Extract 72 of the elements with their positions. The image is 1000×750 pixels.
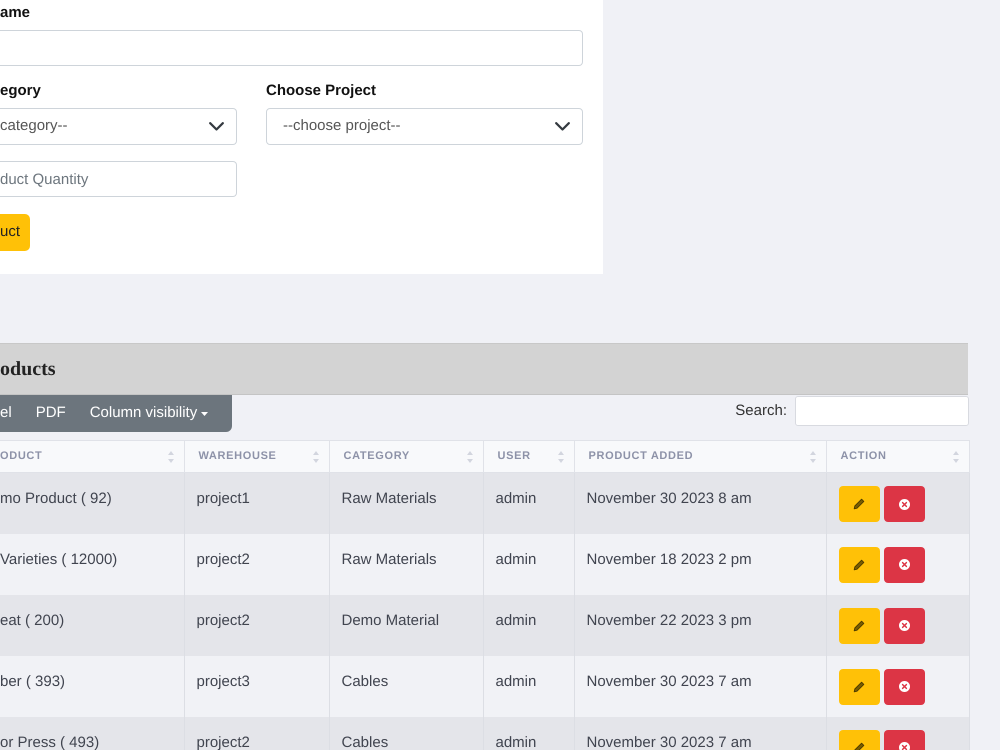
pencil-icon xyxy=(853,680,865,692)
category-label: egory xyxy=(0,82,42,100)
table-cell: project2 xyxy=(184,534,329,594)
name-label: ame xyxy=(0,4,32,22)
column-header[interactable]: ODUCT xyxy=(0,440,184,472)
project-label: Choose Project xyxy=(266,82,378,100)
close-circle-icon xyxy=(898,681,910,692)
table-cell: project3 xyxy=(184,656,329,716)
table-cell: eat ( 200) xyxy=(0,594,184,656)
table-cell: admin xyxy=(483,534,574,594)
name-input[interactable] xyxy=(0,30,583,66)
table-cell: ber ( 393) xyxy=(0,656,184,716)
table-cell: November 22 2023 3 pm xyxy=(574,594,826,656)
table-cell: admin xyxy=(483,716,574,750)
table-cell: admin xyxy=(483,594,574,656)
export-button[interactable]: PDF xyxy=(24,395,78,432)
delete-button[interactable] xyxy=(884,608,924,644)
delete-button[interactable] xyxy=(884,546,924,582)
table-cell: Demo Material xyxy=(329,594,483,656)
edit-button[interactable] xyxy=(838,546,880,582)
column-header[interactable]: PRODUCT ADDED xyxy=(574,440,826,472)
chevron-down-icon xyxy=(209,122,224,131)
table-cell: Varieties ( 12000) xyxy=(0,534,184,594)
table-cell: Cables xyxy=(329,716,483,750)
column-header[interactable]: ACTION xyxy=(826,440,969,472)
table-cell: admin xyxy=(483,472,574,534)
table-cell: admin xyxy=(483,656,574,716)
sort-icon xyxy=(466,450,472,462)
export-button[interactable]: el xyxy=(0,395,24,432)
close-circle-icon xyxy=(898,742,910,750)
table-cell: project1 xyxy=(184,472,329,534)
pencil-icon xyxy=(853,498,865,510)
submit-button[interactable]: uct xyxy=(0,214,30,251)
table-cell: Raw Materials xyxy=(329,534,483,594)
table-cell: November 30 2023 7 am xyxy=(574,656,826,716)
delete-button[interactable] xyxy=(884,668,924,704)
panel-title: oducts xyxy=(0,357,56,382)
project-select[interactable]: --choose project-- xyxy=(266,108,583,145)
table-cell: project2 xyxy=(184,716,329,750)
quantity-input[interactable]: duct Quantity xyxy=(0,161,237,197)
chevron-down-icon xyxy=(555,122,570,131)
pencil-icon xyxy=(853,742,865,750)
table-cell: November 30 2023 7 am xyxy=(574,716,826,750)
table-cell: November 18 2023 2 pm xyxy=(574,534,826,594)
table-cell: Cables xyxy=(329,656,483,716)
delete-button[interactable] xyxy=(884,486,924,522)
pencil-icon xyxy=(853,558,865,570)
table-cell: project2 xyxy=(184,594,329,656)
category-select[interactable]: category-- xyxy=(0,108,237,145)
edit-button[interactable] xyxy=(838,668,880,704)
sort-icon xyxy=(558,450,564,462)
table-cell: Raw Materials xyxy=(329,472,483,534)
search-label: Search: xyxy=(735,400,787,421)
table-cell: or Press ( 493) xyxy=(0,716,184,750)
edit-button[interactable] xyxy=(838,486,880,522)
pencil-icon xyxy=(853,620,865,632)
sort-icon xyxy=(312,450,318,462)
table-cell: mo Product ( 92) xyxy=(0,472,184,534)
close-circle-icon xyxy=(898,559,910,570)
caret-icon xyxy=(201,412,208,416)
edit-button[interactable] xyxy=(838,608,880,644)
sort-icon xyxy=(168,450,174,462)
close-circle-icon xyxy=(898,498,910,510)
close-circle-icon xyxy=(898,620,910,631)
column-header[interactable]: WAREHOUSE xyxy=(184,440,329,472)
sort-icon xyxy=(810,450,816,462)
dropdown-button[interactable]: Column visibility xyxy=(78,395,220,432)
column-header[interactable]: USER xyxy=(483,440,574,472)
sort-icon xyxy=(952,450,958,462)
table-cell: November 30 2023 8 am xyxy=(574,472,826,534)
search-input[interactable] xyxy=(795,396,969,426)
column-header[interactable]: CATEGORY xyxy=(329,440,483,472)
